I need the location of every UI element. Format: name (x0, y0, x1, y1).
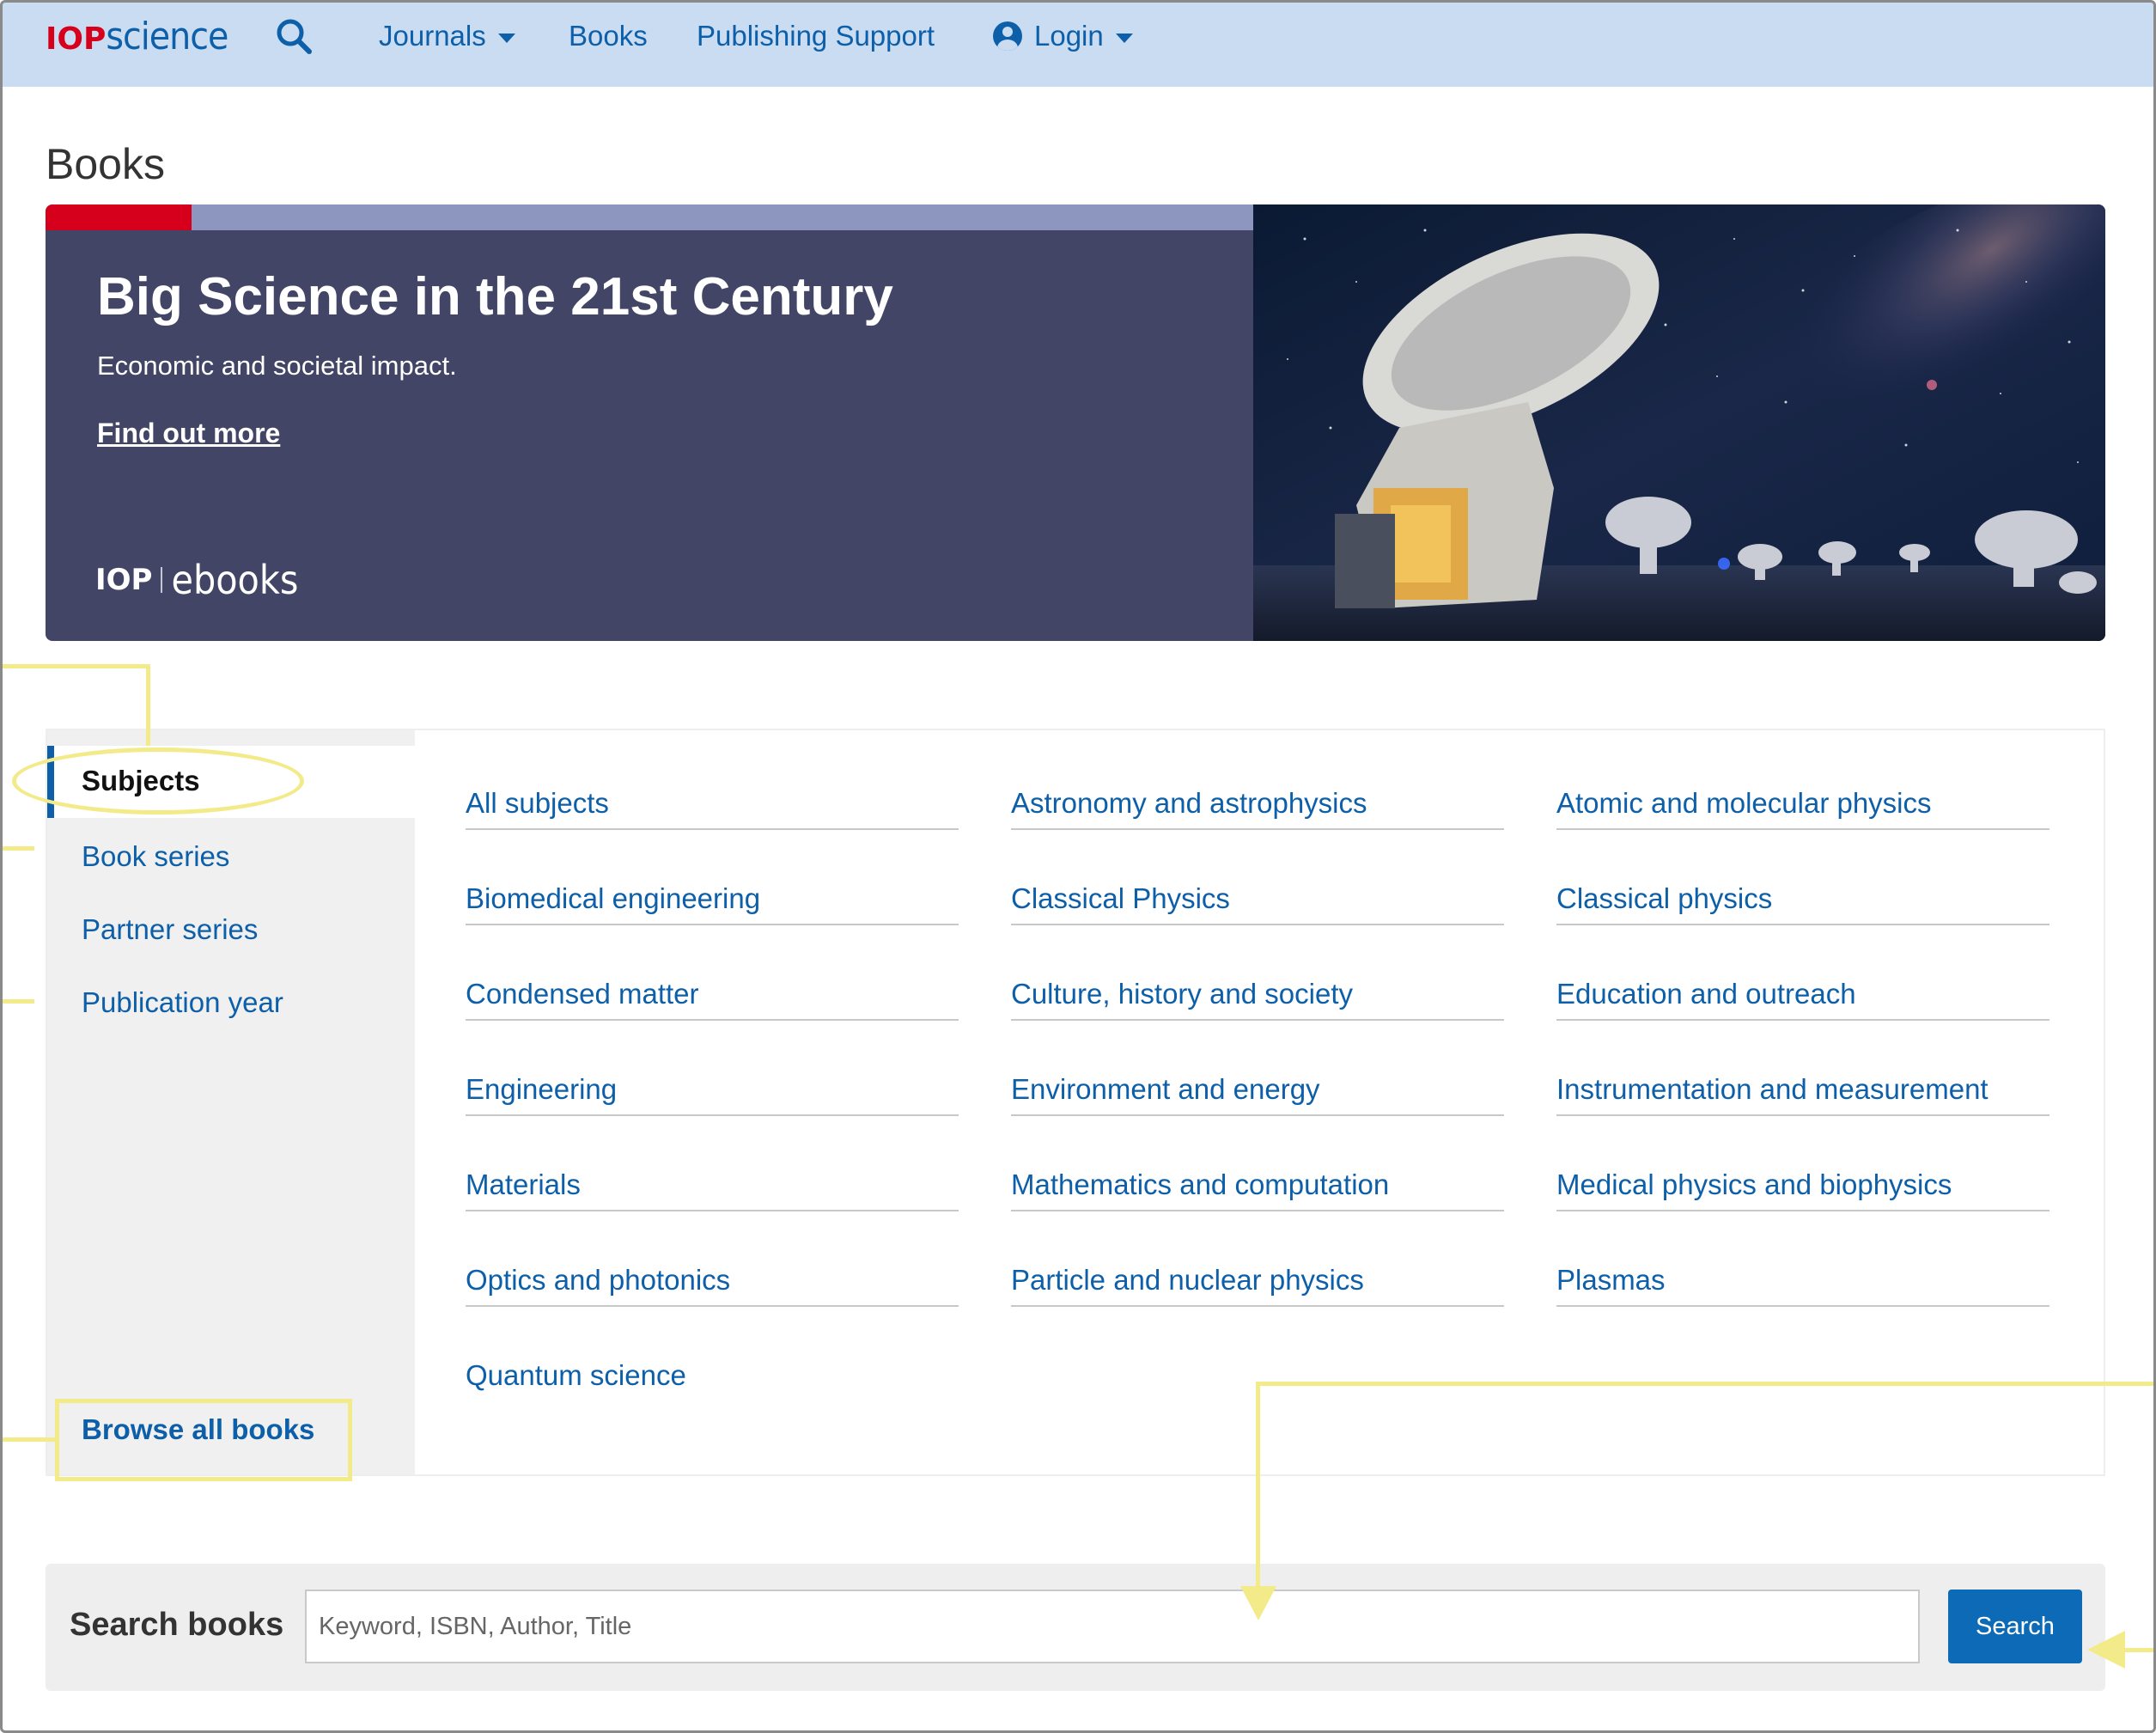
subject-link[interactable]: Instrumentation and measurement (1556, 1073, 2049, 1116)
annotation-line (0, 664, 150, 668)
annotation-line (0, 999, 34, 1004)
banner-accent-strip (46, 204, 1253, 230)
promo-banner: Big Science in the 21st Century Economic… (46, 204, 2105, 641)
iopscience-logo[interactable]: IOPscience (46, 15, 228, 58)
brand-iop-text: IOP (95, 563, 153, 597)
subject-link[interactable]: Biomedical engineering (466, 882, 959, 925)
find-out-more-link[interactable]: Find out more (97, 418, 280, 449)
annotation-arrow-icon (1240, 1586, 1276, 1620)
annotation-highlight-subjects (12, 748, 304, 815)
nav-publishing-support-label: Publishing Support (697, 20, 935, 52)
page-title: Books (46, 140, 165, 188)
brand-divider (161, 567, 163, 593)
sidebar-item-book-series[interactable]: Book series (82, 840, 229, 873)
subjects-panel: Subjects Book series Partner series Publ… (46, 729, 2105, 1476)
brand-ebooks-text: ebooks (171, 557, 299, 603)
search-books-label: Search books (70, 1607, 284, 1643)
top-navigation: IOPscience Journals Books Publishing Sup… (3, 3, 2153, 87)
search-books-bar: Search books Search (46, 1564, 2105, 1691)
nav-login[interactable]: Login (993, 20, 1133, 52)
browse-sidebar: Subjects Book series Partner series Publ… (47, 730, 415, 1474)
subject-link[interactable]: All subjects (466, 787, 959, 830)
subject-link[interactable]: Atomic and molecular physics (1556, 787, 2049, 830)
annotation-line (1256, 1382, 1260, 1592)
logo-iop-text: IOP (46, 21, 107, 57)
radio-telescope-image (1253, 204, 2105, 641)
nav-books-label: Books (569, 20, 648, 52)
subject-link[interactable]: Environment and energy (1011, 1073, 1504, 1116)
nav-books[interactable]: Books (569, 20, 648, 52)
sidebar-item-publication-year[interactable]: Publication year (82, 986, 283, 1019)
subject-link[interactable]: Optics and photonics (466, 1264, 959, 1307)
annotation-line (146, 664, 150, 746)
subject-link[interactable]: Culture, history and society (1011, 978, 1504, 1021)
nav-publishing-support[interactable]: Publishing Support (697, 20, 935, 52)
annotation-line (1256, 1382, 2156, 1386)
subject-link[interactable]: Materials (466, 1169, 959, 1211)
subject-link[interactable]: Particle and nuclear physics (1011, 1264, 1504, 1307)
subject-link[interactable]: Classical Physics (1011, 882, 1504, 925)
annotation-line (0, 846, 34, 851)
banner-subtitle: Economic and societal impact. (97, 351, 457, 381)
search-books-input[interactable] (305, 1590, 1920, 1663)
search-icon[interactable] (274, 16, 314, 56)
annotation-arrow-icon (2087, 1631, 2125, 1669)
subject-link[interactable]: Classical physics (1556, 882, 2049, 925)
search-button[interactable]: Search (1948, 1590, 2082, 1663)
sidebar-item-partner-series[interactable]: Partner series (82, 913, 258, 946)
subject-link[interactable]: Condensed matter (466, 978, 959, 1021)
banner-accent-red (46, 204, 192, 230)
iop-ebooks-logo: IOP ebooks (95, 557, 298, 603)
subject-link[interactable]: Plasmas (1556, 1264, 2049, 1307)
chevron-down-icon (497, 33, 515, 43)
chevron-down-icon (1115, 33, 1133, 43)
nav-journals[interactable]: Journals (379, 20, 515, 52)
banner-title: Big Science in the 21st Century (97, 267, 893, 326)
logo-science-text: science (106, 15, 228, 58)
annotation-line (0, 1437, 57, 1442)
annotation-line (2122, 1648, 2156, 1652)
nav-journals-label: Journals (379, 20, 486, 52)
nav-login-label: Login (1034, 20, 1104, 52)
subject-link[interactable]: Mathematics and computation (1011, 1169, 1504, 1211)
subject-link[interactable]: Quantum science (466, 1359, 959, 1402)
subject-link[interactable]: Astronomy and astrophysics (1011, 787, 1504, 830)
subject-link[interactable]: Engineering (466, 1073, 959, 1116)
annotation-highlight-browse (55, 1399, 352, 1481)
subject-link[interactable]: Education and outreach (1556, 978, 2049, 1021)
user-icon (993, 21, 1022, 51)
subject-link[interactable]: Medical physics and biophysics (1556, 1169, 2049, 1211)
